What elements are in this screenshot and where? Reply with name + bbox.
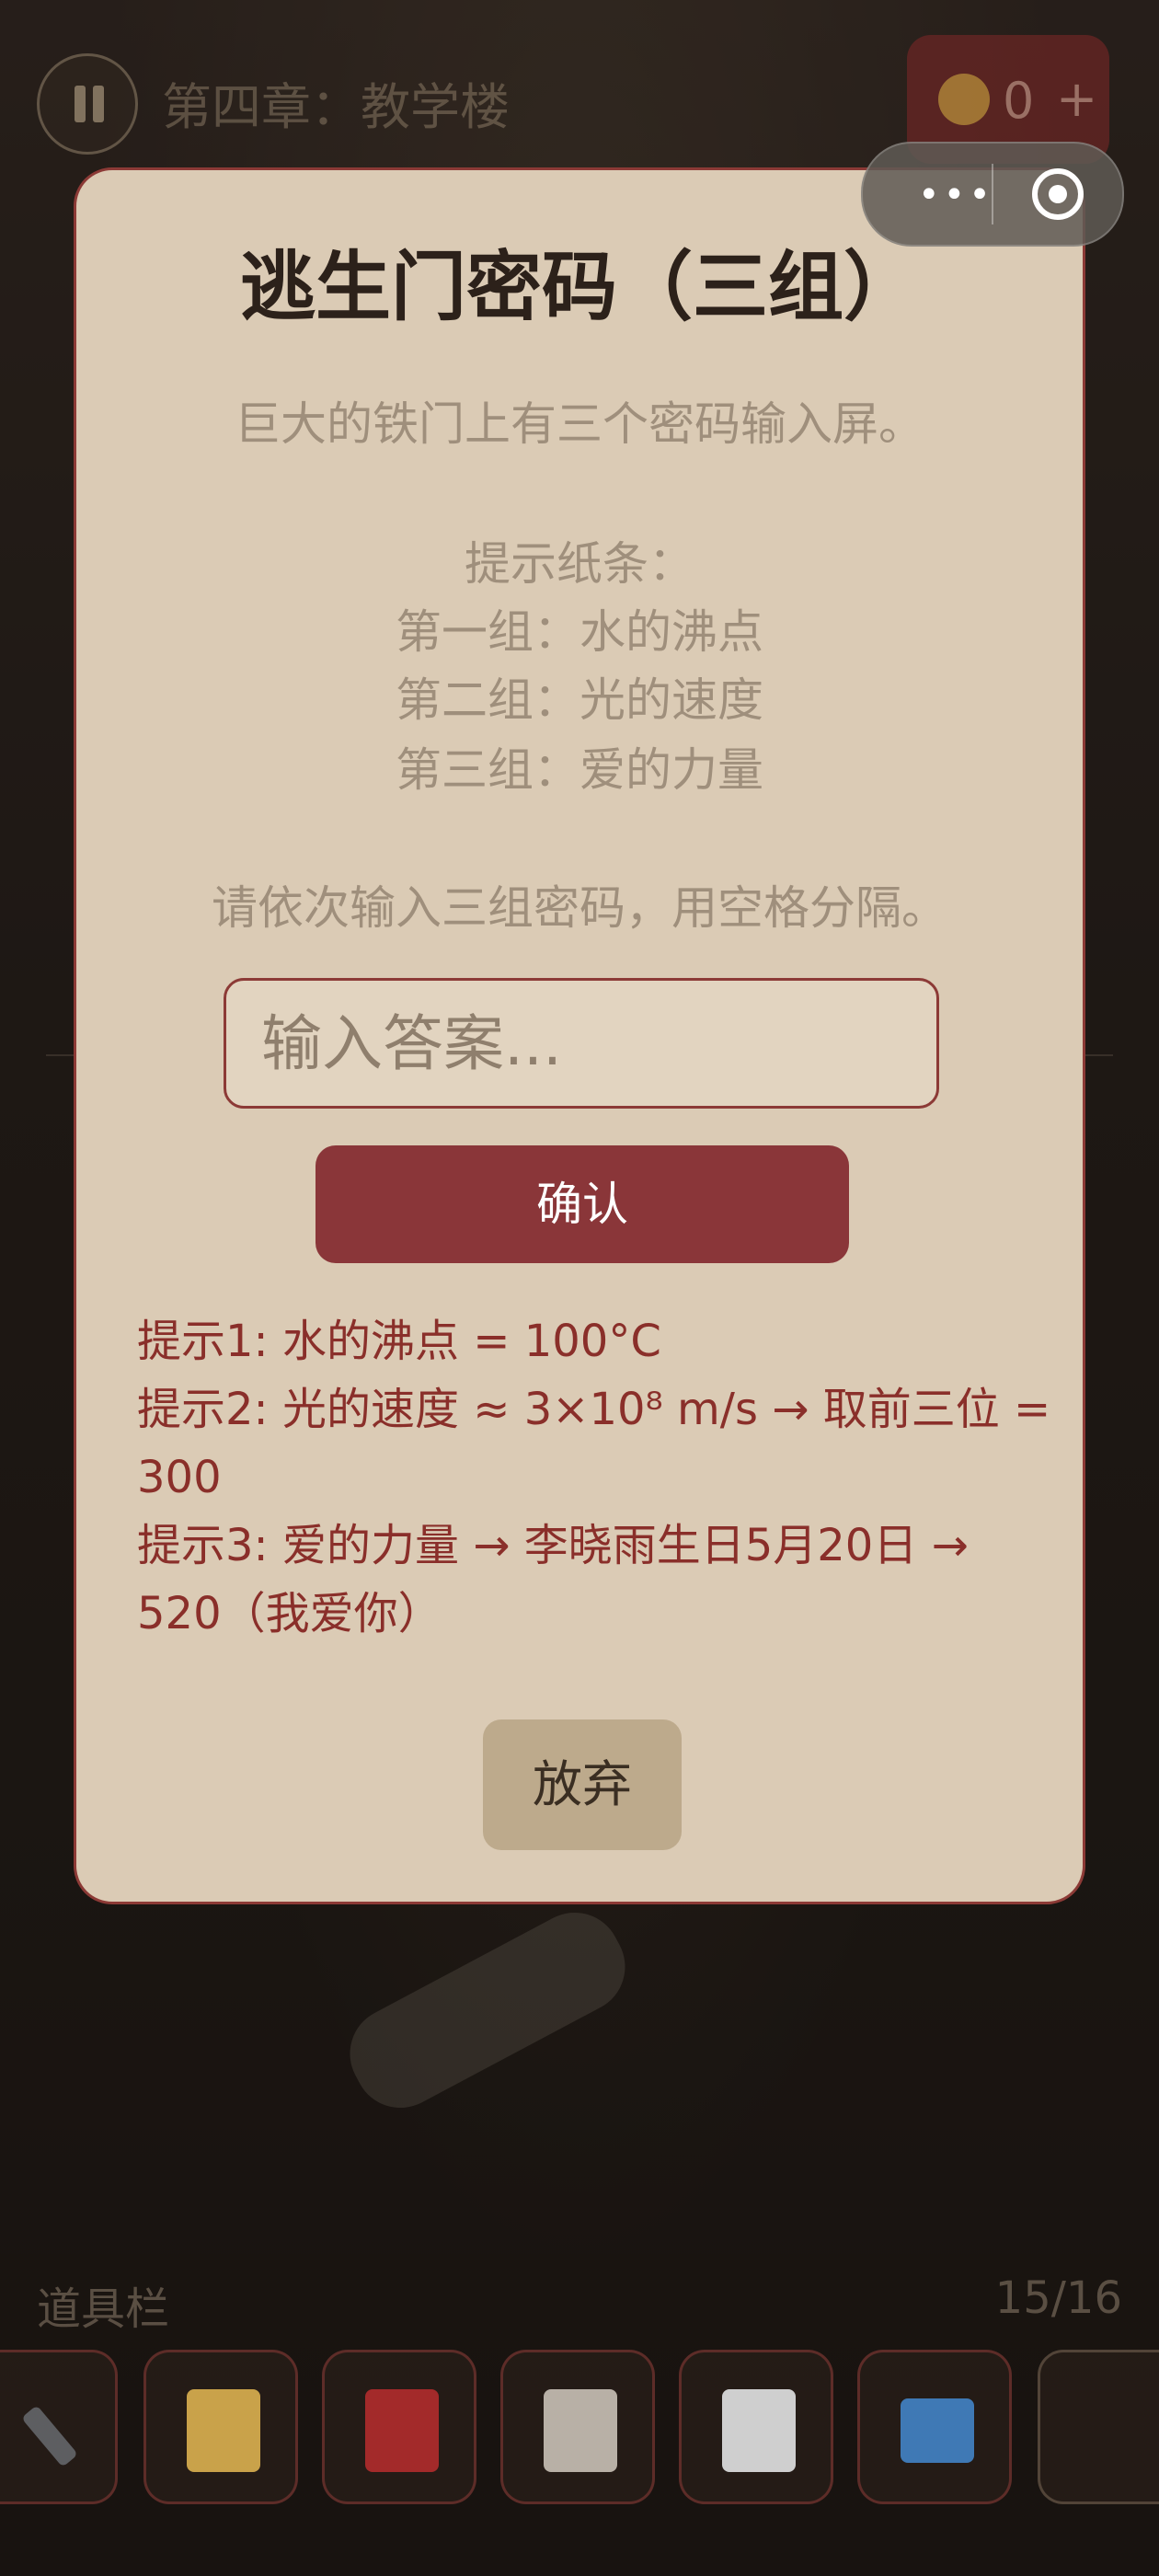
- inventory-bar: 道具栏 15/16: [0, 2254, 1159, 2576]
- more-icon[interactable]: •••: [918, 177, 994, 213]
- inventory-slot-wrench[interactable]: [0, 2350, 118, 2504]
- memo-pencil-icon: [722, 2389, 796, 2472]
- hint-2: 提示2: 光的速度 ≈ 3×10⁸ m/s → 取前三位 = 300: [137, 1384, 1051, 1503]
- clue-3: 第三组：爱的力量: [396, 743, 763, 797]
- folder-icon: [901, 2398, 974, 2463]
- clue-1: 第一组：水的沸点: [396, 605, 763, 659]
- clue-2: 第二组：光的速度: [396, 673, 763, 727]
- dialog-description: 巨大的铁门上有三个密码输入屏。: [235, 397, 924, 451]
- inventory-slot-empty[interactable]: [1038, 2350, 1159, 2504]
- coin-count: 0: [1003, 72, 1035, 130]
- give-up-button[interactable]: 放弃: [483, 1719, 682, 1850]
- capsule-divider: [992, 164, 993, 224]
- inventory-slot-book[interactable]: [322, 2350, 476, 2504]
- mini-program-capsule: •••: [861, 142, 1124, 247]
- clipboard-icon: [544, 2389, 617, 2472]
- inventory-count: 15/16: [994, 2272, 1122, 2324]
- inventory-slot-clipboard[interactable]: [500, 2350, 655, 2504]
- confirm-button[interactable]: 确认: [316, 1145, 849, 1263]
- pause-icon: [75, 86, 86, 122]
- inventory-title: 道具栏: [37, 2283, 170, 2335]
- book-icon: [365, 2389, 439, 2472]
- instruction-text: 请依次输入三组密码，用空格分隔。: [212, 881, 947, 935]
- inventory-slot-folder[interactable]: [857, 2350, 1012, 2504]
- close-target-icon[interactable]: [1032, 168, 1084, 220]
- pause-button[interactable]: [37, 53, 138, 155]
- hint-note-title: 提示纸条：: [465, 537, 694, 591]
- wrench-icon: [21, 2405, 78, 2467]
- hint-1: 提示1: 水的沸点 = 100°C: [137, 1316, 661, 1367]
- inventory-slot-memo[interactable]: [679, 2350, 833, 2504]
- scroll-icon: [187, 2389, 260, 2472]
- inventory-slot-scroll[interactable]: [143, 2350, 298, 2504]
- answer-input[interactable]: [224, 978, 939, 1109]
- password-dialog: 逃生门密码（三组） 巨大的铁门上有三个密码输入屏。 提示纸条： 第一组：水的沸点…: [74, 167, 1085, 1904]
- add-coins-button[interactable]: +: [1056, 70, 1097, 128]
- hint-3: 提示3: 爱的力量 → 李晓雨生日5月20日 → 520（我爱你）: [137, 1520, 969, 1639]
- coin-icon: [938, 74, 990, 125]
- top-bar: 第四章：教学楼 0 +: [0, 0, 1159, 166]
- chapter-title: 第四章：教学楼: [162, 78, 510, 136]
